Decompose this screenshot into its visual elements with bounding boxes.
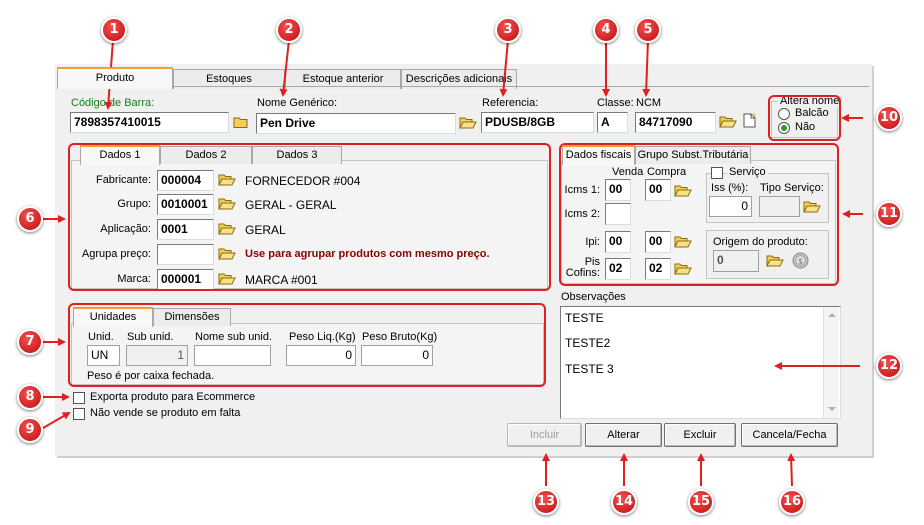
tab-dados-fiscais[interactable]: Dados fiscais bbox=[562, 145, 635, 165]
callout-1: 1 bbox=[101, 17, 127, 43]
callout-14: 14 bbox=[611, 489, 637, 515]
callout-13: 13 bbox=[533, 489, 559, 515]
callout-2: 2 bbox=[276, 17, 302, 43]
callout-5: 5 bbox=[635, 17, 661, 43]
arrow-16 bbox=[787, 453, 796, 487]
tab-unidades[interactable]: Unidades bbox=[73, 307, 153, 327]
callout-3: 3 bbox=[495, 17, 521, 43]
callout-12: 12 bbox=[876, 353, 902, 379]
callout-8: 8 bbox=[17, 384, 43, 410]
callout-16: 16 bbox=[779, 489, 805, 515]
callout-10: 10 bbox=[876, 105, 902, 131]
tab-dados-1[interactable]: Dados 1 bbox=[80, 145, 160, 165]
callout-4: 4 bbox=[593, 17, 619, 43]
arrow-3 bbox=[499, 39, 509, 97]
callout-11: 11 bbox=[876, 201, 902, 227]
callout-6: 6 bbox=[17, 206, 43, 232]
arrow-9 bbox=[42, 412, 71, 429]
arrow-5 bbox=[642, 39, 651, 97]
callout-7: 7 bbox=[17, 329, 43, 355]
callout-9: 9 bbox=[17, 417, 43, 443]
tab-produto[interactable]: Produto bbox=[57, 67, 173, 89]
arrow-2 bbox=[279, 39, 290, 97]
callout-15: 15 bbox=[688, 489, 714, 515]
